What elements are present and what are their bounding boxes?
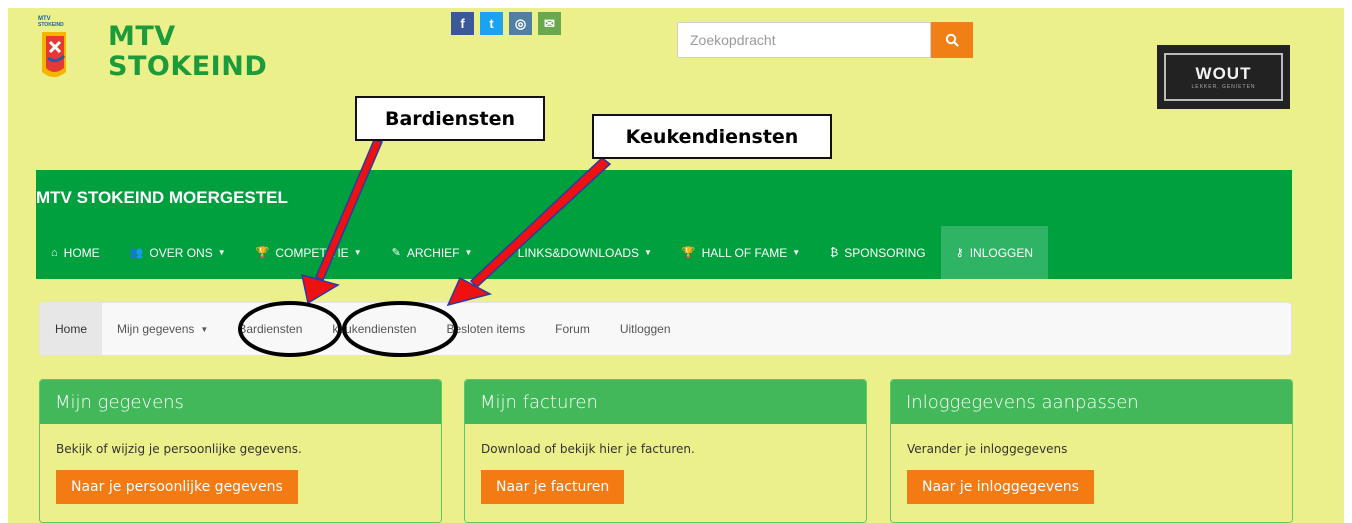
envelope-icon: ✉ <box>544 15 555 31</box>
card-body: Download of bekijk hier je facturen. Naar… <box>465 424 866 522</box>
subnav-item-bardiensten[interactable]: Bardiensten <box>223 303 317 355</box>
main-menu: ⌂ HOME 👥 OVER ONS ▼ 🏆 COMPETITIE ▼ ✎ ARCHIEF ▼ ≋ LIN… <box>36 226 1049 279</box>
callout-keukendiensten-label: Keukendiensten <box>625 125 799 148</box>
card-text: Bekijk of wijzig je persoonlijke gegeven… <box>56 442 302 456</box>
home-icon: ⌂ <box>51 246 58 259</box>
facebook-icon: f <box>460 16 465 31</box>
chevron-down-icon: ▼ <box>464 248 473 257</box>
subnav-item-label: Mijn gegevens <box>117 322 195 336</box>
trophy-icon: 🏆 <box>681 247 696 259</box>
sponsor-logo: WOUT LEKKER, GENIETEN <box>1164 53 1283 101</box>
subnav-item-forum[interactable]: Forum <box>540 303 605 355</box>
club-logo[interactable]: MTV STOKEIND <box>36 12 98 92</box>
navbar-title[interactable]: MTV STOKEIND MOERGESTEL <box>36 188 288 208</box>
paperclip-icon: ✎ <box>391 247 401 259</box>
search-button[interactable] <box>931 22 973 58</box>
twitter-link[interactable]: t <box>480 12 503 35</box>
card-button[interactable]: Naar je persoonlijke gegevens <box>56 470 298 504</box>
nav-item-competitie[interactable]: 🏆 COMPETITIE ▼ <box>241 226 377 279</box>
nav-item-over-ons[interactable]: 👥 OVER ONS ▼ <box>115 226 241 279</box>
card-title: Mijn gegevens <box>40 380 441 424</box>
logo-emblem-icon: MTV STOKEIND <box>38 16 66 77</box>
card-button[interactable]: Naar je inloggegevens <box>907 470 1094 504</box>
nav-item-sponsoring[interactable]: ₿ SPONSORING <box>815 226 941 279</box>
nav-item-home[interactable]: ⌂ HOME <box>36 226 115 279</box>
subnav-item-besloten-items[interactable]: Besloten items <box>431 303 540 355</box>
nav-item-archief[interactable]: ✎ ARCHIEF ▼ <box>377 226 488 279</box>
nav-item-links-downloads[interactable]: ≋ LINKS&DOWNLOADS ▼ <box>487 226 667 279</box>
subnav-item-mijn-gegevens[interactable]: Mijn gegevens ▼ <box>102 303 223 355</box>
nav-item-hall-of-fame[interactable]: 🏆 HALL OF FAME ▼ <box>667 226 815 279</box>
card-button[interactable]: Naar je facturen <box>481 470 625 504</box>
sponsor-banner[interactable]: WOUT LEKKER, GENIETEN <box>1157 45 1290 109</box>
nav-item-label: HOME <box>63 245 100 260</box>
nav-item-label: OVER ONS <box>149 245 213 260</box>
instagram-link[interactable]: ◎ <box>509 12 532 35</box>
card-inloggegevens-aanpassen: Inloggegevens aanpassen Verander je inlog… <box>890 379 1293 523</box>
card-mijn-facturen: Mijn facturen Download of bekijk hier je … <box>464 379 867 523</box>
chevron-down-icon: ▼ <box>792 248 801 257</box>
subnav-item-home[interactable]: Home <box>40 303 103 355</box>
card-title: Mijn facturen <box>465 380 866 424</box>
brand-name[interactable]: MTV STOKEIND <box>108 22 267 82</box>
subnav-item-uitloggen[interactable]: Uitloggen <box>605 303 686 355</box>
callout-keukendiensten: Keukendiensten <box>592 114 832 159</box>
card-text: Download of bekijk hier je facturen. <box>481 442 695 456</box>
search-icon <box>945 33 959 47</box>
nav-item-inloggen[interactable]: ⚷ INLOGGEN <box>940 226 1049 279</box>
member-subnav: Home Mijn gegevens ▼ Bardiensten keukendiens… <box>39 302 1292 356</box>
chevron-down-icon: ▼ <box>353 248 362 257</box>
instagram-icon: ◎ <box>514 15 527 31</box>
social-links: f t ◎ ✉ <box>451 12 561 35</box>
main-navbar: MTV STOKEIND MOERGESTEL ⌂ HOME 👥 OVER ONS ▼ 🏆… <box>36 170 1292 279</box>
card-text: Verander je inloggegevens <box>907 442 1068 456</box>
nav-item-label: LINKS&DOWNLOADS <box>517 245 639 260</box>
callout-bardiensten-label: Bardiensten <box>384 107 515 130</box>
chevron-down-icon: ▼ <box>217 248 226 257</box>
nav-item-label: COMPETITIE <box>275 245 349 260</box>
subnav-item-label: Besloten items <box>446 322 526 336</box>
subnav-item-keukendiensten[interactable]: keukendiensten <box>317 303 431 355</box>
chevron-down-icon: ▼ <box>644 248 652 257</box>
envelope-link[interactable]: ✉ <box>538 12 561 35</box>
key-icon: ⚷ <box>955 247 964 259</box>
page: MTV STOKEIND MTV STOKEIND f t ◎ ✉ WOUT LEKK… <box>0 0 1352 523</box>
brand-line-1: MTV <box>108 21 176 52</box>
brand-line-2: STOKEIND <box>108 51 268 82</box>
nav-item-label: INLOGGEN <box>969 245 1034 260</box>
card-mijn-gegevens: Mijn gegevens Bekijk of wijzig je persoon… <box>39 379 442 523</box>
facebook-link[interactable]: f <box>451 12 474 35</box>
chevron-down-icon: ▼ <box>200 324 209 334</box>
svg-text:STOKEIND: STOKEIND <box>38 22 64 28</box>
users-icon: 👥 <box>129 247 144 259</box>
subnav-item-label: Bardiensten <box>238 322 303 336</box>
sponsor-name: WOUT <box>1195 64 1252 83</box>
card-title: Inloggegevens aanpassen <box>891 380 1292 424</box>
card-body: Bekijk of wijzig je persoonlijke gegeven… <box>40 424 441 522</box>
subnav-item-label: Home <box>55 322 88 336</box>
bitcoin-icon: ₿ <box>830 246 839 259</box>
card-body: Verander je inloggegevens Naar je inlogge… <box>891 424 1292 522</box>
subnav-item-label: Forum <box>555 322 590 336</box>
subnav-item-label: Uitloggen <box>619 322 671 336</box>
nav-item-label: ARCHIEF <box>406 245 460 260</box>
twitter-icon: t <box>489 16 494 31</box>
search-input[interactable] <box>677 22 931 58</box>
sponsor-tagline: LEKKER, GENIETEN <box>1191 84 1256 90</box>
trophy-icon: 🏆 <box>255 247 270 259</box>
rss-icon: ≋ <box>502 247 512 259</box>
callout-bardiensten: Bardiensten <box>355 96 545 141</box>
nav-item-label: HALL OF FAME <box>701 245 788 260</box>
search-bar <box>677 22 973 58</box>
nav-item-label: SPONSORING <box>844 245 926 260</box>
subnav-item-label: keukendiensten <box>332 322 417 336</box>
